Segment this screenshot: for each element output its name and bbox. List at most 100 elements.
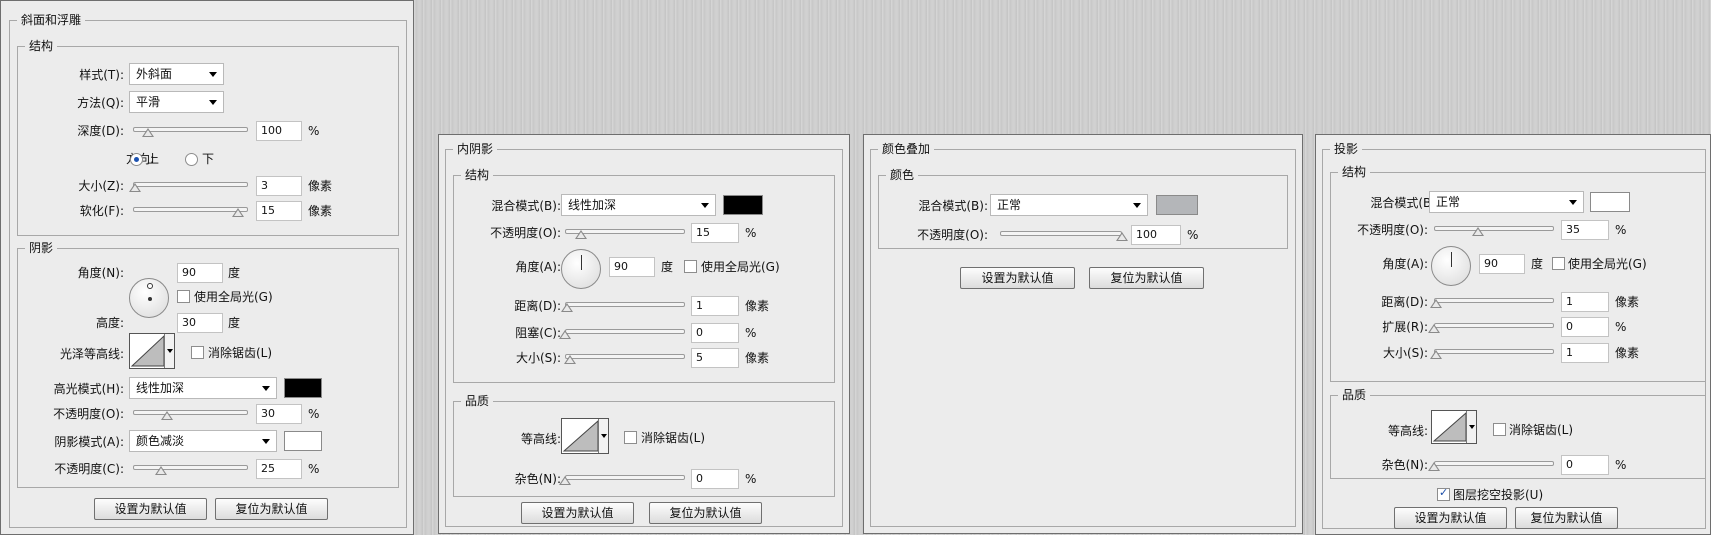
drop-noise-slider-handle[interactable] xyxy=(1428,462,1440,471)
size-slider-handle[interactable] xyxy=(129,183,141,192)
inner-choke-slider-handle[interactable] xyxy=(559,330,571,339)
shadow-opacity-input[interactable]: 25 xyxy=(256,459,302,479)
inner-blend-color-swatch[interactable] xyxy=(723,195,763,215)
bevel-global-light-checkbox[interactable] xyxy=(177,290,190,303)
technique-label: 方法(Q): xyxy=(77,96,124,110)
style-select[interactable]: 外斜面 xyxy=(129,63,224,85)
drop-blend-color-swatch[interactable] xyxy=(1590,192,1630,212)
inner-size-input[interactable]: 5 xyxy=(691,348,739,368)
depth-slider-handle[interactable] xyxy=(142,128,154,137)
inner-size-slider[interactable] xyxy=(565,354,685,359)
drop-distance-input[interactable]: 1 xyxy=(1561,292,1609,312)
soften-input[interactable]: 15 xyxy=(256,201,302,221)
shadow-mode-select[interactable]: 颜色减淡 xyxy=(129,430,277,452)
drop-size-label: 大小(S): xyxy=(1382,346,1428,360)
angle-input[interactable]: 90 xyxy=(177,263,223,283)
gloss-contour-picker[interactable] xyxy=(129,333,175,369)
drop-distance-slider[interactable] xyxy=(1434,298,1554,303)
drop-size-unit: 像素 xyxy=(1615,346,1640,360)
inner-global-light-checkbox[interactable] xyxy=(684,260,697,273)
inner-size-label: 大小(S): xyxy=(515,351,561,365)
highlight-color-swatch[interactable] xyxy=(284,378,322,398)
inner-distance-slider-handle[interactable] xyxy=(561,303,573,312)
drop-noise-input[interactable]: 0 xyxy=(1561,455,1609,475)
depth-input[interactable]: 100 xyxy=(256,121,302,141)
inner-distance-input[interactable]: 1 xyxy=(691,296,739,316)
drop-size-slider[interactable] xyxy=(1434,349,1554,354)
soften-slider-handle[interactable] xyxy=(232,208,244,217)
highlight-opacity-slider[interactable] xyxy=(133,410,248,415)
direction-up-radio[interactable] xyxy=(130,153,143,166)
drop-size-slider-handle[interactable] xyxy=(1430,350,1442,359)
highlight-opacity-input[interactable]: 30 xyxy=(256,404,302,424)
overlay-opacity-slider[interactable] xyxy=(1000,231,1122,236)
overlay-make-default-button[interactable]: 设置为默认值 xyxy=(960,267,1075,289)
overlay-opacity-input[interactable]: 100 xyxy=(1131,225,1181,245)
bevel-make-default-button[interactable]: 设置为默认值 xyxy=(94,498,207,520)
style-label: 样式(T): xyxy=(79,68,124,82)
angle-needle-icon xyxy=(580,255,582,270)
bevel-structure-title: 结构 xyxy=(25,39,58,53)
inner-angle-input[interactable]: 90 xyxy=(609,257,655,277)
bevel-antialias-checkbox[interactable] xyxy=(191,346,204,359)
drop-noise-slider[interactable] xyxy=(1434,461,1554,466)
drop-opacity-slider-handle[interactable] xyxy=(1472,227,1484,236)
drop-opacity-unit: % xyxy=(1615,223,1627,237)
overlay-color-swatch[interactable] xyxy=(1156,195,1198,215)
contour-preview-icon xyxy=(130,334,165,367)
highlight-mode-select[interactable]: 线性加深 xyxy=(129,377,277,399)
inner-opacity-input[interactable]: 15 xyxy=(691,223,739,243)
inner-distance-slider[interactable] xyxy=(565,302,685,307)
drop-spread-input[interactable]: 0 xyxy=(1561,317,1609,337)
drop-distance-slider-handle[interactable] xyxy=(1430,299,1442,308)
shadow-opacity-slider-handle[interactable] xyxy=(155,466,167,475)
overlay-opacity-slider-handle[interactable] xyxy=(1116,232,1128,241)
inner-noise-slider[interactable] xyxy=(565,475,685,480)
drop-spread-slider[interactable] xyxy=(1434,323,1554,328)
drop-opacity-input[interactable]: 35 xyxy=(1561,220,1609,240)
drop-spread-slider-handle[interactable] xyxy=(1428,324,1440,333)
shadow-opacity-slider[interactable] xyxy=(133,465,248,470)
angle-dial[interactable] xyxy=(129,278,169,318)
drop-contour-picker[interactable] xyxy=(1431,410,1477,444)
drop-angle-input[interactable]: 90 xyxy=(1479,254,1525,274)
inner-size-slider-handle[interactable] xyxy=(564,355,576,364)
inner-choke-input[interactable]: 0 xyxy=(691,323,739,343)
inner-noise-input[interactable]: 0 xyxy=(691,469,739,489)
drop-blend-select[interactable]: 正常 xyxy=(1429,191,1584,213)
soften-label: 软化(F): xyxy=(79,204,124,218)
inner-make-default-button[interactable]: 设置为默认值 xyxy=(521,502,634,524)
size-slider[interactable] xyxy=(133,182,248,187)
chevron-down-icon xyxy=(262,386,270,391)
inner-choke-slider[interactable] xyxy=(565,329,685,334)
soften-slider[interactable] xyxy=(133,207,248,212)
inner-contour-picker[interactable] xyxy=(561,418,609,454)
altitude-input[interactable]: 30 xyxy=(177,313,223,333)
overlay-blend-select[interactable]: 正常 xyxy=(990,194,1148,216)
direction-down-radio[interactable] xyxy=(185,153,198,166)
drop-antialias-checkbox[interactable] xyxy=(1493,423,1506,436)
size-input[interactable]: 3 xyxy=(256,176,302,196)
inner-antialias-checkbox[interactable] xyxy=(624,431,637,444)
angle-dial-light-dot xyxy=(147,283,153,289)
inner-shadow-structure-title: 结构 xyxy=(461,168,494,182)
drop-size-input[interactable]: 1 xyxy=(1561,343,1609,363)
inner-angle-dial[interactable] xyxy=(561,249,601,289)
drop-make-default-button[interactable]: 设置为默认值 xyxy=(1394,507,1507,529)
shadow-color-swatch[interactable] xyxy=(284,431,322,451)
drop-reset-default-button[interactable]: 复位为默认值 xyxy=(1515,507,1618,529)
inner-blend-select[interactable]: 线性加深 xyxy=(561,194,716,216)
overlay-reset-default-button[interactable]: 复位为默认值 xyxy=(1089,267,1204,289)
drop-global-light-checkbox[interactable] xyxy=(1552,257,1565,270)
bevel-antialias-label: 消除锯齿(L) xyxy=(208,346,273,360)
bevel-reset-default-button[interactable]: 复位为默认值 xyxy=(215,498,328,520)
drop-angle-dial[interactable] xyxy=(1431,246,1471,286)
inner-reset-default-button[interactable]: 复位为默认值 xyxy=(649,502,762,524)
highlight-opacity-slider-handle[interactable] xyxy=(161,411,173,420)
inner-noise-slider-handle[interactable] xyxy=(559,476,571,485)
knockout-checkbox[interactable] xyxy=(1437,486,1450,501)
inner-opacity-slider-handle[interactable] xyxy=(575,230,587,239)
inner-noise-label: 杂色(N): xyxy=(514,472,561,486)
drop-opacity-slider[interactable] xyxy=(1434,226,1554,231)
technique-select[interactable]: 平滑 xyxy=(129,91,224,113)
